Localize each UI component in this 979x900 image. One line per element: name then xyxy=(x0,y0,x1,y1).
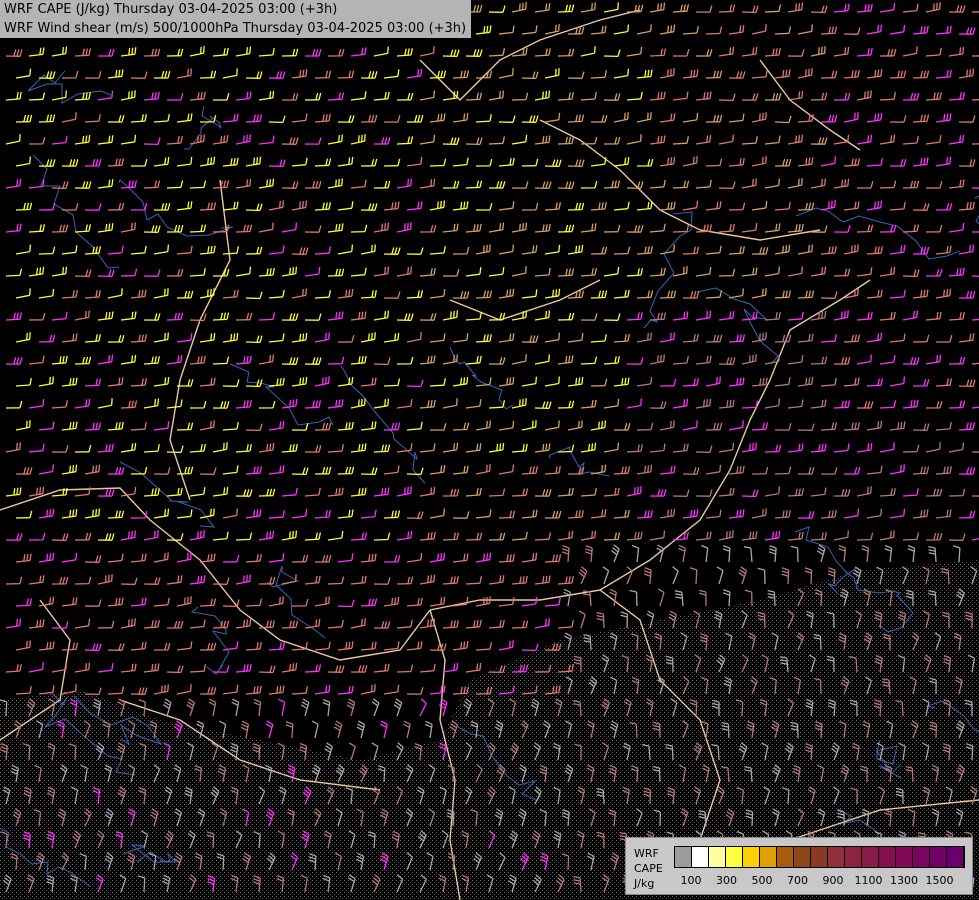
legend-swatch xyxy=(896,847,913,867)
legend-tick-labels: 100 300 500 700 900 1100 1300 1500 xyxy=(674,874,964,888)
legend-variable: CAPE xyxy=(634,862,663,875)
legend-swatch xyxy=(709,847,726,867)
map-title: WRF CAPE (J/kg) Thursday 03-04-2025 03:0… xyxy=(0,0,472,38)
legend-tick: 700 xyxy=(787,874,808,887)
legend-tick: 1300 xyxy=(890,874,918,887)
legend-swatch xyxy=(845,847,862,867)
legend-color-scale xyxy=(674,846,965,868)
title-cape: WRF CAPE (J/kg) Thursday 03-04-2025 03:0… xyxy=(4,2,338,17)
legend-swatch xyxy=(760,847,777,867)
legend-swatch xyxy=(947,847,964,867)
legend-tick: 500 xyxy=(751,874,773,887)
legend-swatch xyxy=(811,847,828,867)
cape-legend: WRF CAPE J/kg 100 300 500 700 900 1100 1300 150… xyxy=(625,837,973,895)
legend-tick: 100 xyxy=(680,874,702,887)
legend-swatch xyxy=(675,847,692,867)
legend-swatch xyxy=(828,847,845,867)
legend-swatch xyxy=(913,847,930,867)
legend-swatch xyxy=(879,847,896,867)
title-wind-shear: WRF Wind shear (m/s) 500/1000hPa Thursda… xyxy=(4,21,467,36)
legend-swatch xyxy=(743,847,760,867)
legend-tick: 1500 xyxy=(925,874,954,887)
legend-tick: 900 xyxy=(822,874,844,887)
legend-model: WRF xyxy=(634,847,659,860)
legend-tick: 1100 xyxy=(854,874,883,887)
legend-swatch xyxy=(862,847,879,867)
legend-swatch xyxy=(794,847,811,867)
legend-swatch xyxy=(692,847,709,867)
legend-tick: 300 xyxy=(716,874,737,887)
legend-swatch xyxy=(777,847,794,867)
legend-unit: J/kg xyxy=(634,877,655,890)
legend-swatch xyxy=(930,847,947,867)
legend-swatch xyxy=(726,847,743,867)
weather-map xyxy=(0,0,979,900)
